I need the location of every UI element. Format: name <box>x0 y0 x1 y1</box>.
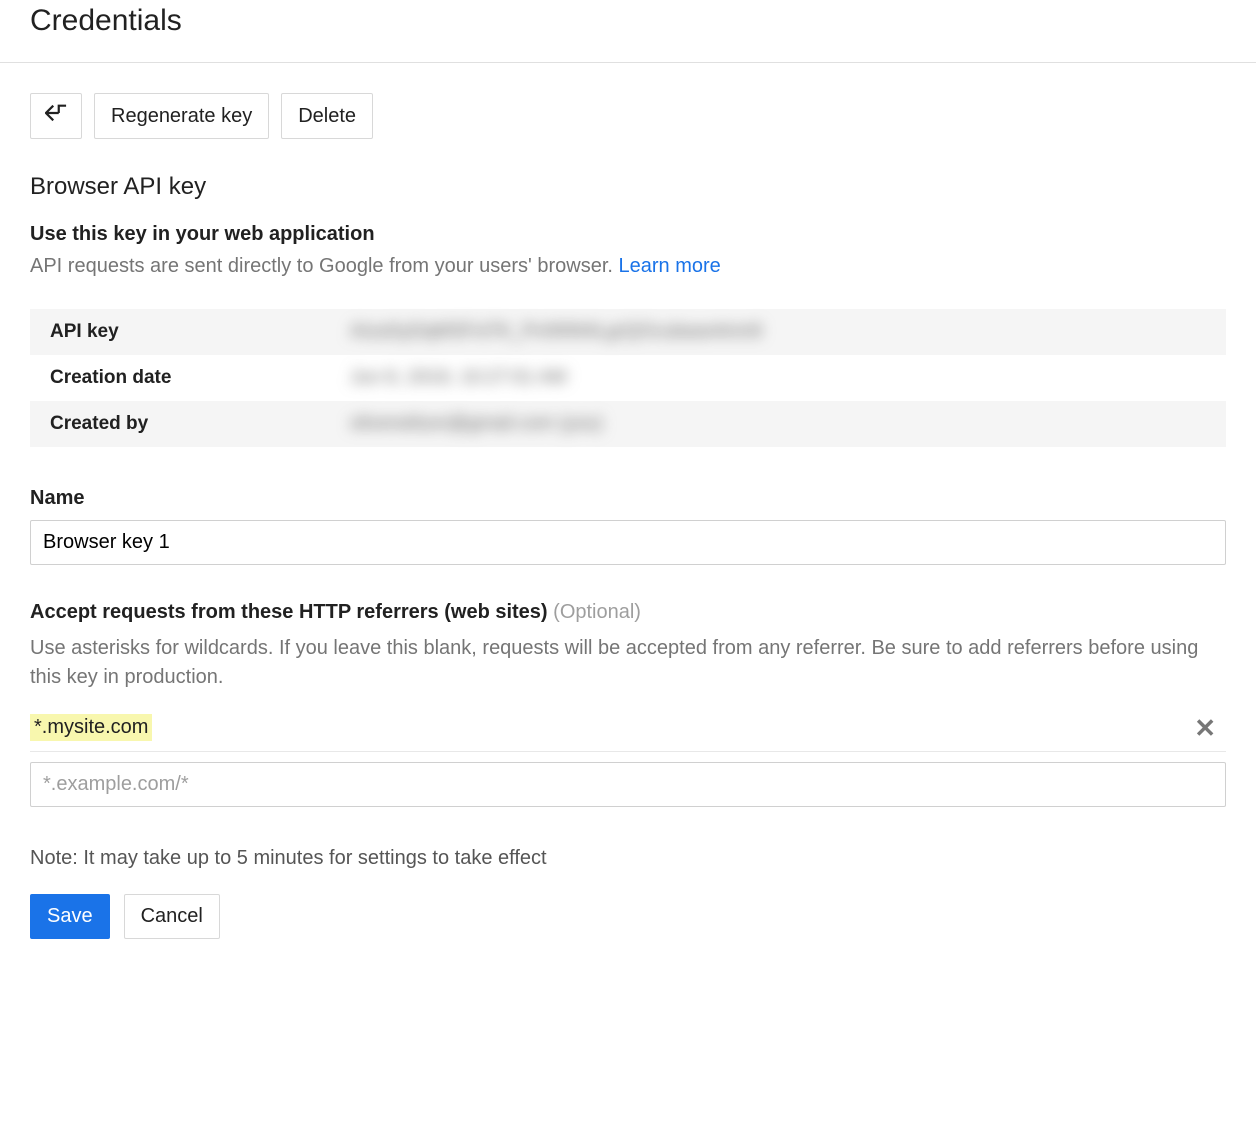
bottom-action-bar: Save Cancel <box>30 894 1226 939</box>
main-content: Regenerate key Delete Browser API key Us… <box>0 63 1256 979</box>
name-field-block: Name <box>30 487 1226 565</box>
back-button[interactable] <box>30 93 82 139</box>
optional-label: (Optional) <box>553 601 641 623</box>
delete-button[interactable]: Delete <box>281 93 373 139</box>
name-label: Name <box>30 487 1226 510</box>
regenerate-key-button[interactable]: Regenerate key <box>94 93 269 139</box>
section-sub-heading: Use this key in your web application <box>30 223 1226 246</box>
learn-more-link[interactable]: Learn more <box>619 255 721 277</box>
cancel-button[interactable]: Cancel <box>124 894 220 939</box>
referrers-label-text: Accept requests from these HTTP referrer… <box>30 601 548 623</box>
referrer-value: *.mysite.com <box>30 714 152 741</box>
table-row: Creation date Jun 8, 2019, 10:27:01 AM <box>30 355 1226 401</box>
settings-note: Note: It may take up to 5 minutes for se… <box>30 847 1226 870</box>
section-heading: Browser API key <box>30 173 1226 201</box>
api-key-label: API key <box>30 309 330 355</box>
creation-date-label: Creation date <box>30 355 330 401</box>
referrer-row: *.mysite.com ✕ <box>30 704 1226 752</box>
name-input[interactable] <box>30 520 1226 565</box>
created-by-value: oliverwilson@gmail.com (you) <box>330 401 1226 447</box>
referrers-label: Accept requests from these HTTP referrer… <box>30 601 1226 624</box>
page-title: Credentials <box>0 0 1256 63</box>
referrer-input[interactable] <box>30 762 1226 807</box>
api-key-value: AIzaSyDqMSFxl7K_PvIWW4LgrQOcubase4nm9 <box>330 309 1226 355</box>
remove-referrer-icon[interactable]: ✕ <box>1186 715 1224 741</box>
back-arrow-icon <box>45 104 67 128</box>
referrers-field-block: Accept requests from these HTTP referrer… <box>30 601 1226 807</box>
top-action-bar: Regenerate key Delete <box>30 93 1226 139</box>
created-by-label: Created by <box>30 401 330 447</box>
info-table: API key AIzaSyDqMSFxl7K_PvIWW4LgrQOcubas… <box>30 309 1226 447</box>
helper-text-span: API requests are sent directly to Google… <box>30 255 613 277</box>
table-row: Created by oliverwilson@gmail.com (you) <box>30 401 1226 447</box>
table-row: API key AIzaSyDqMSFxl7K_PvIWW4LgrQOcubas… <box>30 309 1226 355</box>
save-button[interactable]: Save <box>30 894 110 939</box>
creation-date-value: Jun 8, 2019, 10:27:01 AM <box>330 355 1226 401</box>
referrers-helper: Use asterisks for wildcards. If you leav… <box>30 634 1226 692</box>
section-helper: API requests are sent directly to Google… <box>30 252 1226 281</box>
